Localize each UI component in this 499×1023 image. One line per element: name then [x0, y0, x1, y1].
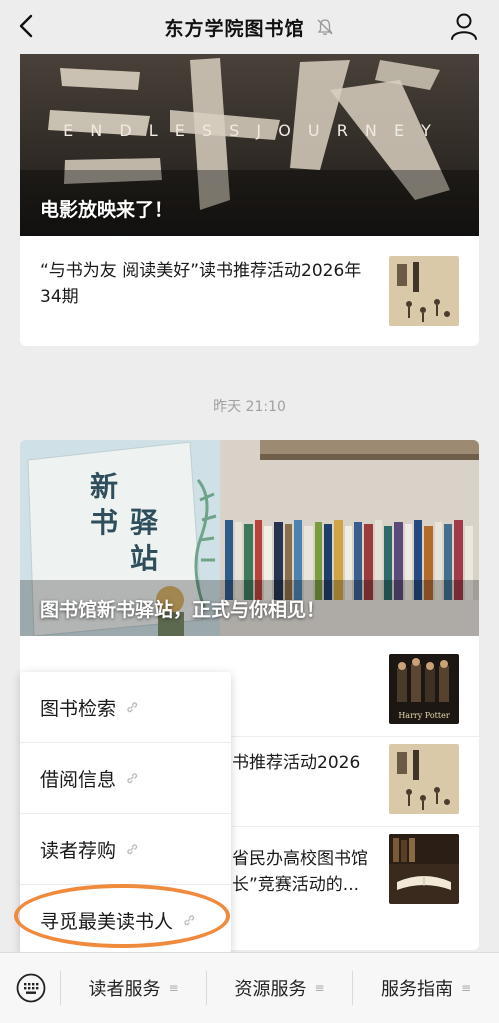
article-thumbnail	[389, 744, 459, 814]
menu-item-best-reader[interactable]: 寻觅最美读书人	[20, 885, 231, 955]
article-title: 省民办高校图书馆 长”竞赛活动的...	[232, 849, 368, 895]
profile-icon[interactable]	[449, 11, 479, 41]
menu-service-guide[interactable]: 服务指南 ≡	[353, 953, 499, 1023]
link-icon	[127, 773, 138, 784]
service-popup-menu: 图书检索 借阅信息 读者荐购 寻觅最美读书人	[20, 672, 231, 954]
menu-item-label: 图书检索	[40, 697, 117, 720]
article-title: 书推荐活动2026	[232, 753, 361, 773]
article-title: “与书为友 阅读美好”读书推荐活动2026年34期	[40, 261, 362, 307]
article-row[interactable]: “与书为友 阅读美好”读书推荐活动2026年34期	[20, 236, 479, 346]
menu-resource-service[interactable]: 资源服务 ≡	[207, 953, 352, 1023]
bottom-menu-bar: 读者服务 ≡ 资源服务 ≡ 服务指南 ≡	[0, 952, 499, 1023]
menu-reader-service[interactable]: 读者服务 ≡	[61, 953, 206, 1023]
menu-lines-icon: ≡	[314, 981, 325, 995]
banner-sign-char-3: 驿	[130, 506, 159, 539]
article-thumbnail	[389, 256, 459, 326]
banner-art-text: E N D L E S S J O U R N E Y	[63, 121, 437, 140]
menu-label: 资源服务	[234, 979, 307, 1000]
banner-sign-char-4: 站	[130, 542, 158, 575]
mute-bell-icon	[317, 19, 332, 36]
menu-label: 读者服务	[88, 979, 161, 1000]
page-title: 东方学院图书馆	[164, 17, 305, 40]
link-icon	[127, 702, 138, 713]
new-books-banner-image[interactable]: 新 书 驿 站 图书馆新书驿站，正式与你相见！	[20, 440, 479, 636]
banner-sign-char-1: 新	[90, 470, 118, 503]
banner-title: 电影放映来了！	[40, 199, 174, 221]
menu-item-label: 借阅信息	[40, 768, 117, 791]
message-timestamp: 昨天 21:10	[213, 399, 286, 415]
link-icon	[127, 844, 138, 855]
svg-text:Harry Potter: Harry Potter	[398, 711, 449, 720]
banner-sign-char-2: 书	[90, 506, 118, 539]
article-card-1[interactable]: E N D L E S S J O U R N E Y 电影放映来了！ “与书为…	[20, 50, 479, 346]
menu-item-label: 读者荐购	[40, 839, 117, 862]
back-arrow-icon[interactable]	[14, 12, 42, 40]
menu-item-borrow-info[interactable]: 借阅信息	[20, 743, 231, 813]
menu-item-reader-recommend[interactable]: 读者荐购	[20, 814, 231, 884]
top-bar: 东方学院图书馆	[0, 0, 499, 54]
menu-label: 服务指南	[380, 979, 453, 1000]
banner-title: 图书馆新书驿站，正式与你相见！	[40, 599, 326, 621]
menu-lines-icon: ≡	[460, 981, 472, 995]
link-icon	[184, 915, 195, 926]
keyboard-icon[interactable]	[16, 973, 46, 1003]
menu-item-book-search[interactable]: 图书检索	[20, 672, 231, 742]
movie-banner-image[interactable]: E N D L E S S J O U R N E Y 电影放映来了！	[20, 50, 479, 236]
menu-lines-icon: ≡	[168, 981, 179, 995]
article-thumbnail: Harry Potter	[389, 654, 459, 724]
menu-item-label: 寻觅最美读书人	[40, 910, 174, 933]
article-thumbnail	[389, 834, 459, 904]
